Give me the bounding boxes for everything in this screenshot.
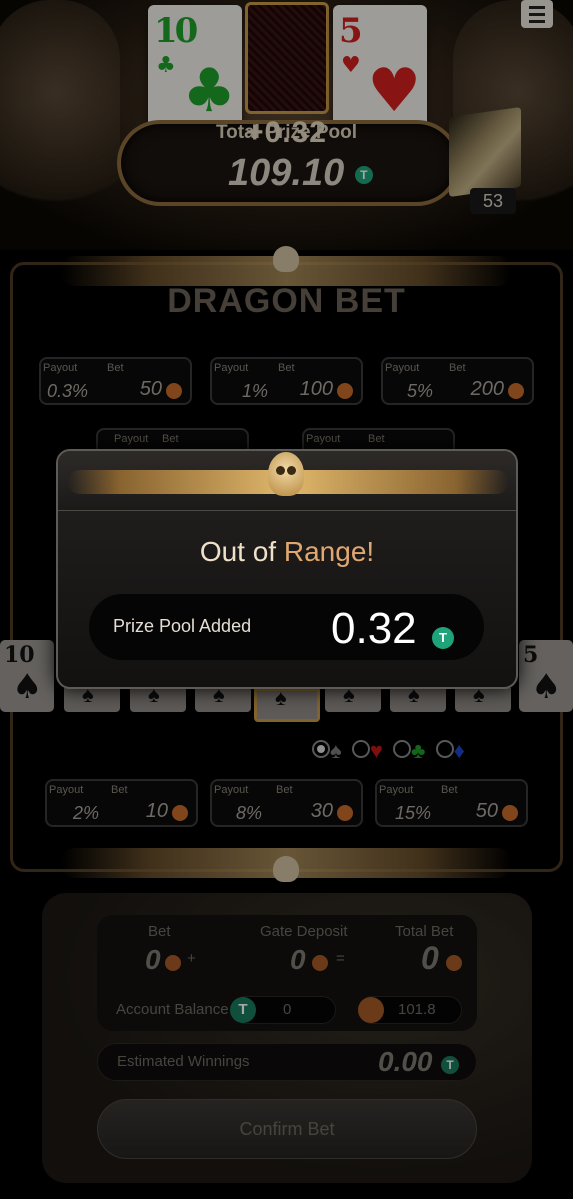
usdt-coin-icon: T xyxy=(432,627,454,649)
prize-pool-added-value: 0.32 xyxy=(331,604,417,653)
modal-title-part: Out of xyxy=(199,536,284,567)
modal-title: Out of Range! xyxy=(56,536,518,568)
skull-icon xyxy=(268,452,304,496)
prize-pool-added-label: Prize Pool Added xyxy=(113,616,252,636)
modal-title-highlight: Range! xyxy=(283,536,375,567)
